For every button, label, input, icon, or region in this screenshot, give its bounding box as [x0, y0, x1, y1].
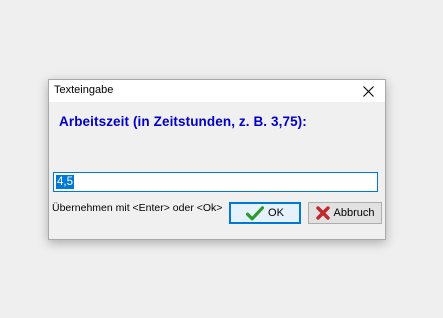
ok-button[interactable]: OK — [229, 202, 301, 224]
close-button[interactable] — [351, 80, 385, 102]
cancel-button-label: Abbruch — [333, 207, 375, 219]
hint-text: Übernehmen mit <Enter> oder <Ok> — [52, 202, 223, 214]
close-icon — [362, 85, 374, 97]
dialog-titlebar[interactable]: Texteingabe — [49, 80, 385, 102]
text-input-dialog: Texteingabe Arbeitszeit (in Zeitstunden,… — [48, 79, 386, 240]
hours-input-value: 4,5 — [56, 175, 74, 189]
dialog-title: Texteingabe — [54, 84, 114, 96]
hours-input[interactable]: 4,5 — [53, 172, 378, 192]
checkmark-icon — [246, 205, 265, 220]
ok-button-label: OK — [268, 207, 284, 219]
prompt-label: Arbeitszeit (in Zeitstunden, z. B. 3,75)… — [59, 114, 307, 129]
red-x-icon — [315, 206, 330, 220]
cancel-button[interactable]: Abbruch — [308, 202, 382, 224]
